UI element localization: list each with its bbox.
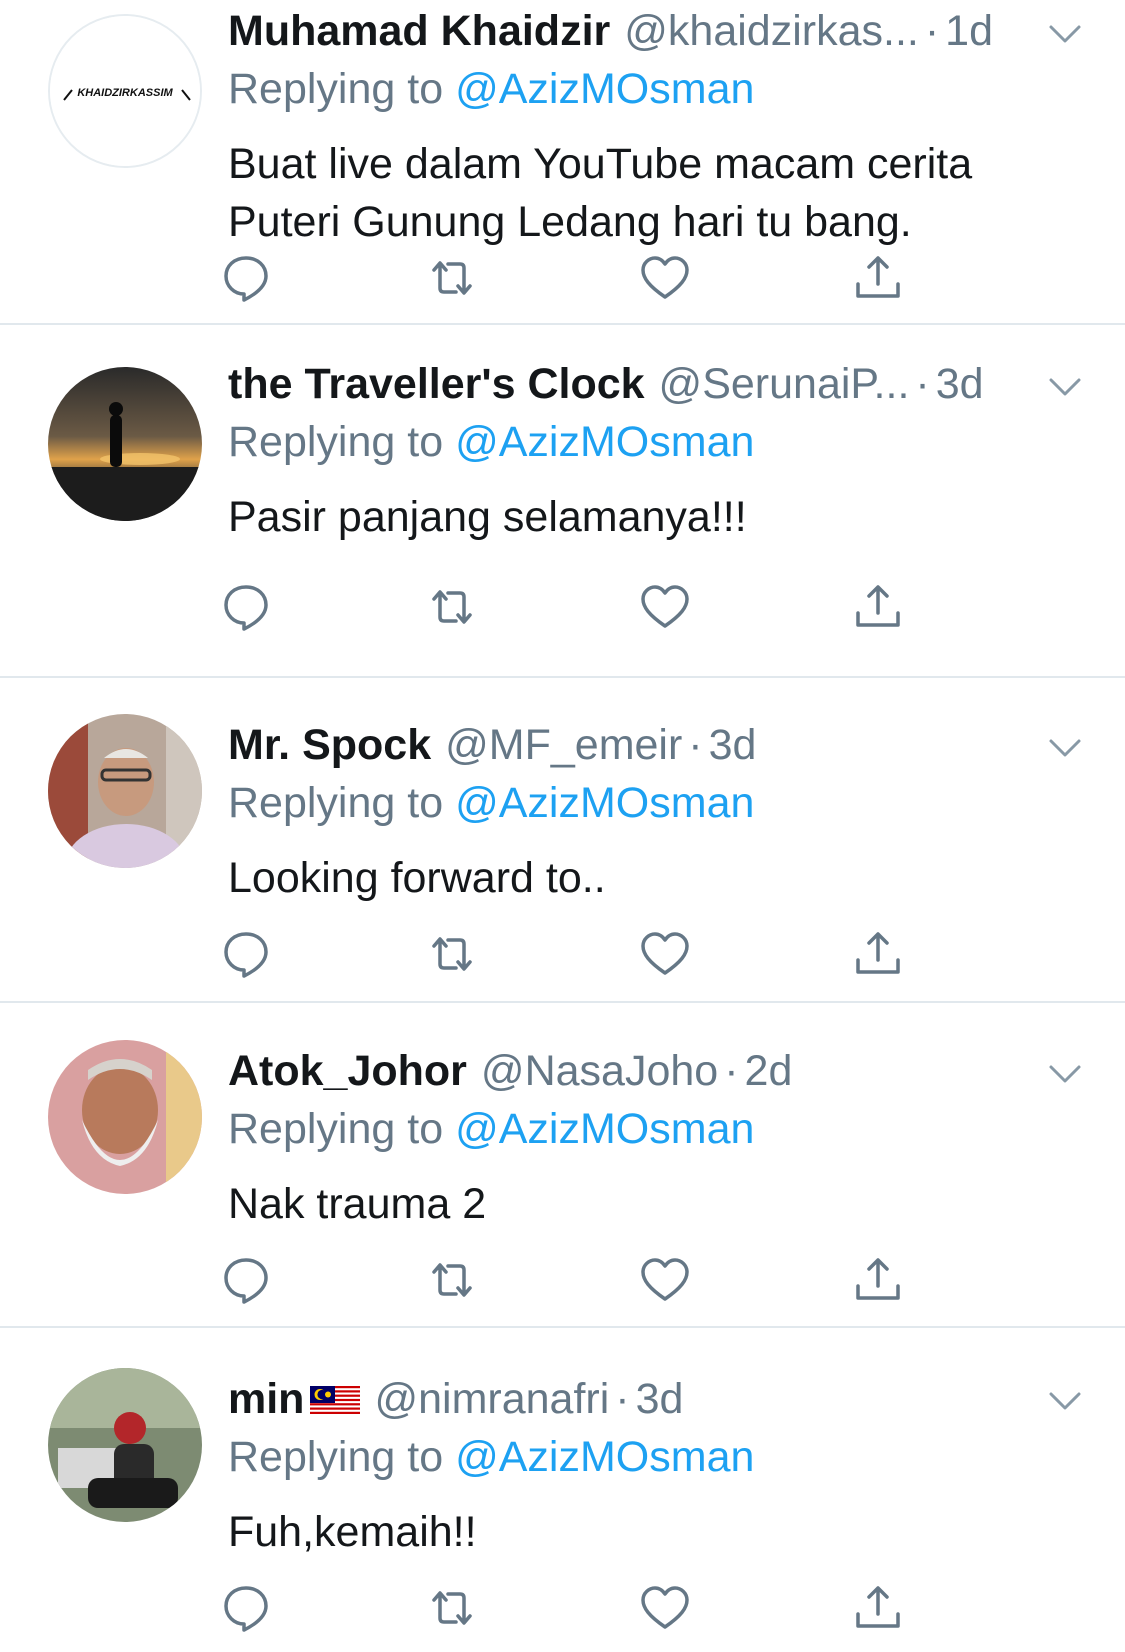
display-name[interactable]: Muhamad Khaidzir [228, 7, 610, 55]
chevron-down-icon[interactable] [1045, 367, 1085, 407]
heart-icon[interactable] [637, 250, 693, 306]
comment-icon[interactable] [218, 1252, 274, 1308]
display-name[interactable]: min [228, 1375, 304, 1423]
reply-tweet[interactable]: the Traveller's Clock @SerunaiP... · 3d Rep… [0, 353, 1125, 678]
heart-icon[interactable] [637, 579, 693, 635]
chevron-down-icon[interactable] [1045, 1381, 1085, 1421]
replying-label: Replying to [228, 1105, 444, 1153]
timestamp[interactable]: 1d [945, 7, 993, 55]
retweet-icon[interactable] [424, 1252, 480, 1308]
comment-icon[interactable] [218, 926, 274, 982]
replying-label: Replying to [228, 1433, 444, 1481]
share-icon[interactable] [850, 579, 906, 635]
chevron-down-icon[interactable] [1045, 1054, 1085, 1094]
timestamp[interactable]: 3d [709, 721, 757, 769]
chevron-down-icon[interactable] [1045, 728, 1085, 768]
timestamp[interactable]: 3d [936, 360, 984, 408]
user-handle[interactable]: @SerunaiP... [659, 360, 910, 408]
separator-dot: · [924, 7, 940, 55]
reply-tweet[interactable]: min @nimranafri · 3d Replying to @AzizMOsm… [0, 1328, 1125, 1652]
heart-icon[interactable] [637, 1580, 693, 1636]
tweet-text: Pasir panjang selamanya!!! [228, 493, 747, 541]
tweet-actions [224, 1580, 988, 1636]
display-name[interactable]: Mr. Spock [228, 721, 431, 769]
avatar-logo-text: KHAIDZIRKASSIM [77, 87, 173, 99]
user-handle[interactable]: @khaidzirkas... [624, 7, 919, 55]
tweet-text: Fuh,kemaih!! [228, 1508, 477, 1556]
separator-dot: · [688, 721, 703, 769]
retweet-icon[interactable] [424, 926, 480, 982]
separator-dot: · [724, 1047, 739, 1095]
mention-link[interactable]: @AzizMOsman [455, 1433, 754, 1481]
replying-label: Replying to [228, 418, 444, 466]
tweet-actions [224, 1252, 988, 1308]
replying-to-line: Replying to @AzizMOsman [228, 416, 754, 468]
heart-icon[interactable] [637, 926, 693, 982]
separator-dot: · [615, 1375, 630, 1423]
replying-label: Replying to [228, 65, 444, 113]
replying-label: Replying to [228, 779, 444, 827]
timestamp[interactable]: 3d [636, 1375, 684, 1423]
retweet-icon[interactable] [424, 250, 480, 306]
avatar[interactable] [48, 367, 202, 521]
malaysia-flag-icon [310, 1376, 361, 1428]
user-handle[interactable]: @MF_emeir [445, 721, 682, 769]
avatar[interactable] [48, 1040, 202, 1194]
share-icon[interactable] [850, 1580, 906, 1636]
tweet-actions [224, 579, 988, 635]
tweet-text: Looking forward to.. [228, 854, 606, 902]
avatar[interactable] [48, 714, 202, 868]
comment-icon[interactable] [218, 250, 274, 306]
replying-to-line: Replying to @AzizMOsman [228, 777, 754, 829]
share-icon[interactable] [850, 250, 906, 306]
divider [0, 323, 1125, 325]
separator-dot: · [915, 360, 930, 408]
share-icon[interactable] [850, 1252, 906, 1308]
share-icon[interactable] [850, 926, 906, 982]
display-name[interactable]: Atok_Johor [228, 1047, 467, 1095]
user-handle[interactable]: @nimranafri [374, 1375, 609, 1423]
retweet-icon[interactable] [424, 579, 480, 635]
avatar[interactable]: KHAIDZIRKASSIM [48, 14, 202, 168]
reply-tweet[interactable]: Atok_Johor @NasaJoho · 2d Replying to @Aziz… [0, 1003, 1125, 1328]
replying-to-line: Replying to @AzizMOsman [228, 63, 754, 115]
heart-icon[interactable] [637, 1252, 693, 1308]
comment-icon[interactable] [218, 1580, 274, 1636]
reply-tweet[interactable]: Mr. Spock @MF_emeir · 3d Replying to @AzizM… [0, 678, 1125, 1003]
tweet-actions [224, 250, 988, 306]
mention-link[interactable]: @AzizMOsman [455, 65, 754, 113]
display-name[interactable]: the Traveller's Clock [228, 360, 645, 408]
retweet-icon[interactable] [424, 1580, 480, 1636]
replying-to-line: Replying to @AzizMOsman [228, 1103, 754, 1155]
mention-link[interactable]: @AzizMOsman [455, 418, 754, 466]
avatar[interactable] [48, 1368, 202, 1522]
reply-tweet[interactable]: KHAIDZIRKASSIM Muhamad Khaidzir @khaidzir… [0, 0, 1125, 325]
mention-link[interactable]: @AzizMOsman [455, 1105, 754, 1153]
timestamp[interactable]: 2d [745, 1047, 793, 1095]
replying-to-line: Replying to @AzizMOsman [228, 1431, 754, 1483]
comment-icon[interactable] [218, 579, 274, 635]
tweet-text: Nak trauma 2 [228, 1180, 487, 1228]
tweet-text: Buat live dalam YouTube macam cerita Put… [228, 140, 973, 246]
tweet-actions [224, 926, 988, 982]
mention-link[interactable]: @AzizMOsman [455, 779, 754, 827]
user-handle[interactable]: @NasaJoho [481, 1047, 718, 1095]
chevron-down-icon[interactable] [1045, 14, 1085, 54]
